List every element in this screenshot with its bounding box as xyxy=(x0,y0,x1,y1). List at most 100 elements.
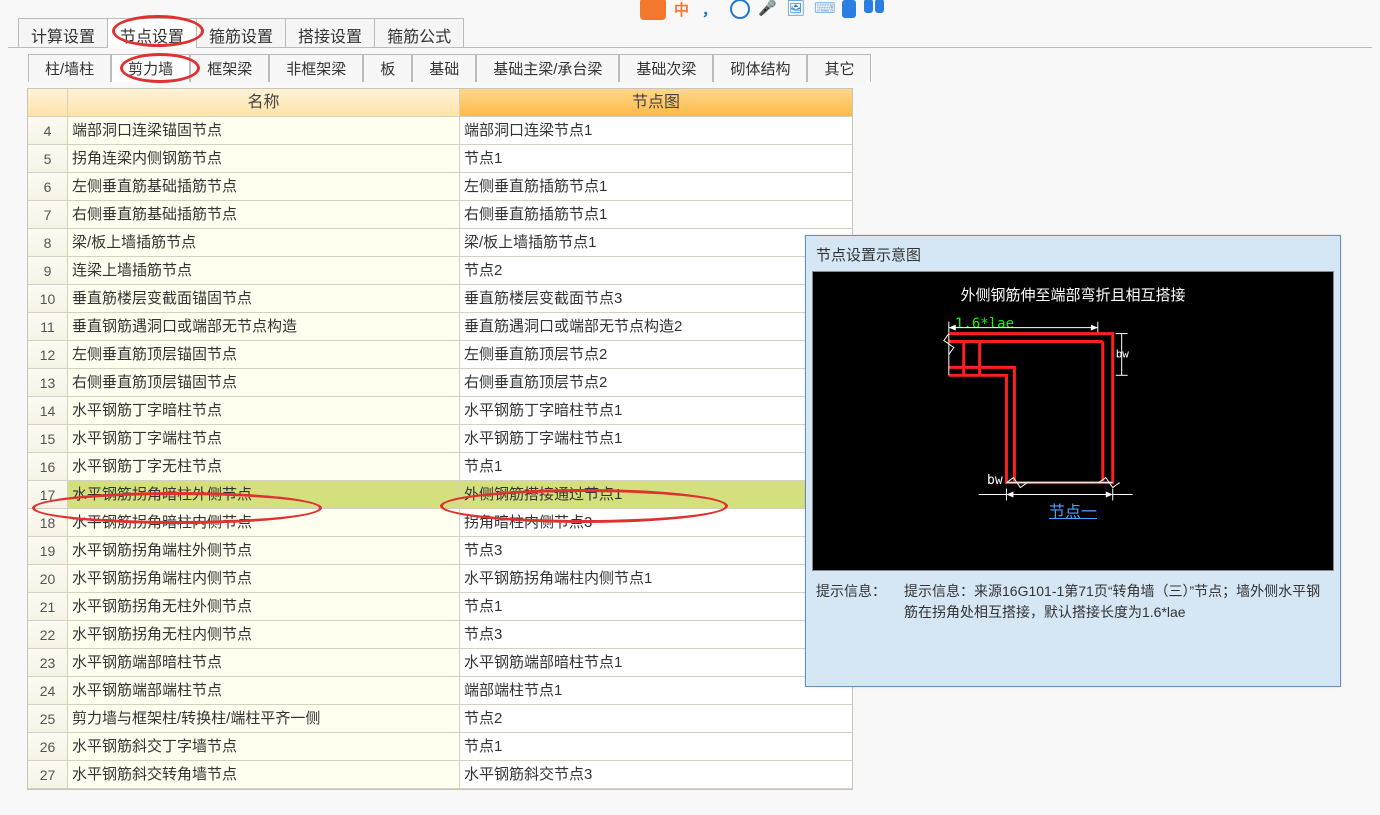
row-number: 18 xyxy=(28,509,68,536)
row-diagram[interactable]: 节点1 xyxy=(460,593,852,620)
row-name[interactable]: 左侧垂直筋基础插筋节点 xyxy=(68,173,460,200)
table-row[interactable]: 6左侧垂直筋基础插筋节点左侧垂直筋插筋节点1 xyxy=(28,173,852,201)
row-diagram[interactable]: 节点3 xyxy=(460,537,852,564)
row-diagram[interactable]: 水平钢筋斜交节点3 xyxy=(460,761,852,788)
category-tab-3[interactable]: 非框架梁 xyxy=(269,54,363,82)
row-name[interactable]: 水平钢筋拐角无柱外侧节点 xyxy=(68,593,460,620)
row-diagram[interactable]: 水平钢筋端部暗柱节点1 xyxy=(460,649,852,676)
table-row[interactable]: 27水平钢筋斜交转角墙节点水平钢筋斜交节点3 xyxy=(28,761,852,789)
category-tab-1[interactable]: 剪力墙 xyxy=(111,54,190,82)
row-diagram[interactable]: 垂直筋遇洞口或端部无节点构造2 xyxy=(460,313,852,340)
row-name[interactable]: 垂直钢筋遇洞口或端部无节点构造 xyxy=(68,313,460,340)
table-row[interactable]: 26水平钢筋斜交丁字墙节点节点1 xyxy=(28,733,852,761)
table-row[interactable]: 10垂直筋楼层变截面锚固节点垂直筋楼层变截面节点3 xyxy=(28,285,852,313)
table-row[interactable]: 12左侧垂直筋顶层锚固节点左侧垂直筋顶层节点2 xyxy=(28,341,852,369)
row-number: 25 xyxy=(28,705,68,732)
row-diagram[interactable]: 端部洞口连梁节点1 xyxy=(460,117,852,144)
settings-tab-3[interactable]: 搭接设置 xyxy=(285,18,375,48)
row-diagram[interactable]: 节点3 xyxy=(460,621,852,648)
table-row[interactable]: 9连梁上墙插筋节点节点2 xyxy=(28,257,852,285)
row-name[interactable]: 连梁上墙插筋节点 xyxy=(68,257,460,284)
category-tab-5[interactable]: 基础 xyxy=(412,54,476,82)
table-row[interactable]: 24水平钢筋端部端柱节点端部端柱节点1 xyxy=(28,677,852,705)
preview-hint-label: 提示信息： xyxy=(816,581,904,623)
row-name[interactable]: 水平钢筋端部暗柱节点 xyxy=(68,649,460,676)
row-diagram[interactable]: 端部端柱节点1 xyxy=(460,677,852,704)
table-row[interactable]: 5拐角连梁内侧钢筋节点节点1 xyxy=(28,145,852,173)
row-name[interactable]: 水平钢筋斜交转角墙节点 xyxy=(68,761,460,788)
row-diagram[interactable]: 左侧垂直筋顶层节点2 xyxy=(460,341,852,368)
settings-tab-1[interactable]: 节点设置 xyxy=(107,18,197,48)
row-diagram[interactable]: 节点1 xyxy=(460,145,852,172)
row-diagram[interactable]: 节点2 xyxy=(460,705,852,732)
row-name[interactable]: 水平钢筋拐角暗柱外侧节点 xyxy=(68,481,460,508)
row-diagram[interactable]: 水平钢筋丁字暗柱节点1 xyxy=(460,397,852,424)
settings-tab-4[interactable]: 箍筋公式 xyxy=(374,18,464,48)
row-name[interactable]: 水平钢筋拐角端柱外侧节点 xyxy=(68,537,460,564)
diagram-node-link[interactable]: 节点一 xyxy=(813,498,1333,522)
row-name[interactable]: 垂直筋楼层变截面锚固节点 xyxy=(68,285,460,312)
category-tab-4[interactable]: 板 xyxy=(363,54,412,82)
category-tab-8[interactable]: 砌体结构 xyxy=(713,54,807,82)
row-number: 12 xyxy=(28,341,68,368)
table-row[interactable]: 19水平钢筋拐角端柱外侧节点节点3 xyxy=(28,537,852,565)
row-diagram[interactable]: 水平钢筋丁字端柱节点1 xyxy=(460,425,852,452)
row-diagram[interactable]: 节点1 xyxy=(460,453,852,480)
table-row[interactable]: 15水平钢筋丁字端柱节点水平钢筋丁字端柱节点1 xyxy=(28,425,852,453)
settings-tab-0[interactable]: 计算设置 xyxy=(18,18,108,48)
header-name[interactable]: 名称 xyxy=(68,89,460,116)
row-diagram[interactable]: 垂直筋楼层变截面节点3 xyxy=(460,285,852,312)
settings-tab-2[interactable]: 箍筋设置 xyxy=(196,18,286,48)
row-name[interactable]: 拐角连梁内侧钢筋节点 xyxy=(68,145,460,172)
row-number: 27 xyxy=(28,761,68,788)
table-row[interactable]: 16水平钢筋丁字无柱节点节点1 xyxy=(28,453,852,481)
preview-diagram: 外侧钢筋伸至端部弯折且相互搭接 1.6*lae xyxy=(812,271,1334,571)
row-name[interactable]: 剪力墙与框架柱/转换柱/端柱平齐一侧 xyxy=(68,705,460,732)
row-name[interactable]: 水平钢筋丁字无柱节点 xyxy=(68,453,460,480)
header-diagram[interactable]: 节点图 xyxy=(460,89,852,116)
icon-comma: ， xyxy=(702,0,722,19)
row-diagram[interactable]: 右侧垂直筋插筋节点1 xyxy=(460,201,852,228)
table-row[interactable]: 4端部洞口连梁锚固节点端部洞口连梁节点1 xyxy=(28,117,852,145)
table-row[interactable]: 13右侧垂直筋顶层锚固节点右侧垂直筋顶层节点2 xyxy=(28,369,852,397)
row-name[interactable]: 水平钢筋拐角端柱内侧节点 xyxy=(68,565,460,592)
row-diagram[interactable]: 右侧垂直筋顶层节点2 xyxy=(460,369,852,396)
row-diagram[interactable]: 节点2 xyxy=(460,257,852,284)
row-name[interactable]: 水平钢筋斜交丁字墙节点 xyxy=(68,733,460,760)
table-row[interactable]: 17水平钢筋拐角暗柱外侧节点外侧钢筋搭接通过节点1 xyxy=(28,481,852,509)
row-name[interactable]: 水平钢筋拐角无柱内侧节点 xyxy=(68,621,460,648)
table-row[interactable]: 22水平钢筋拐角无柱内侧节点节点3 xyxy=(28,621,852,649)
row-name[interactable]: 水平钢筋丁字端柱节点 xyxy=(68,425,460,452)
table-row[interactable]: 20水平钢筋拐角端柱内侧节点水平钢筋拐角端柱内侧节点1 xyxy=(28,565,852,593)
category-tab-9[interactable]: 其它 xyxy=(807,54,871,82)
row-diagram[interactable]: 外侧钢筋搭接通过节点1 xyxy=(460,481,852,508)
category-tab-7[interactable]: 基础次梁 xyxy=(619,54,713,82)
settings-divider xyxy=(8,47,1372,48)
row-diagram[interactable]: 左侧垂直筋插筋节点1 xyxy=(460,173,852,200)
category-tab-0[interactable]: 柱/墙柱 xyxy=(28,54,111,82)
category-tab-2[interactable]: 框架梁 xyxy=(190,54,269,82)
row-name[interactable]: 端部洞口连梁锚固节点 xyxy=(68,117,460,144)
table-row[interactable]: 18水平钢筋拐角暗柱内侧节点拐角暗柱内侧节点3 xyxy=(28,509,852,537)
row-diagram[interactable]: 水平钢筋拐角端柱内侧节点1 xyxy=(460,565,852,592)
table-row[interactable]: 11垂直钢筋遇洞口或端部无节点构造垂直筋遇洞口或端部无节点构造2 xyxy=(28,313,852,341)
table-row[interactable]: 23水平钢筋端部暗柱节点水平钢筋端部暗柱节点1 xyxy=(28,649,852,677)
row-name[interactable]: 水平钢筋拐角暗柱内侧节点 xyxy=(68,509,460,536)
table-row[interactable]: 25剪力墙与框架柱/转换柱/端柱平齐一侧节点2 xyxy=(28,705,852,733)
row-name[interactable]: 右侧垂直筋基础插筋节点 xyxy=(68,201,460,228)
table-row[interactable]: 8梁/板上墙插筋节点梁/板上墙插筋节点1 xyxy=(28,229,852,257)
row-diagram[interactable]: 拐角暗柱内侧节点3 xyxy=(460,509,852,536)
row-number: 9 xyxy=(28,257,68,284)
row-name[interactable]: 水平钢筋端部端柱节点 xyxy=(68,677,460,704)
row-name[interactable]: 水平钢筋丁字暗柱节点 xyxy=(68,397,460,424)
row-diagram[interactable]: 节点1 xyxy=(460,733,852,760)
row-diagram[interactable]: 梁/板上墙插筋节点1 xyxy=(460,229,852,256)
table-row[interactable]: 21水平钢筋拐角无柱外侧节点节点1 xyxy=(28,593,852,621)
row-name[interactable]: 梁/板上墙插筋节点 xyxy=(68,229,460,256)
row-number: 8 xyxy=(28,229,68,256)
row-name[interactable]: 左侧垂直筋顶层锚固节点 xyxy=(68,341,460,368)
table-row[interactable]: 7右侧垂直筋基础插筋节点右侧垂直筋插筋节点1 xyxy=(28,201,852,229)
category-tab-6[interactable]: 基础主梁/承台梁 xyxy=(476,54,619,82)
row-name[interactable]: 右侧垂直筋顶层锚固节点 xyxy=(68,369,460,396)
table-row[interactable]: 14水平钢筋丁字暗柱节点水平钢筋丁字暗柱节点1 xyxy=(28,397,852,425)
